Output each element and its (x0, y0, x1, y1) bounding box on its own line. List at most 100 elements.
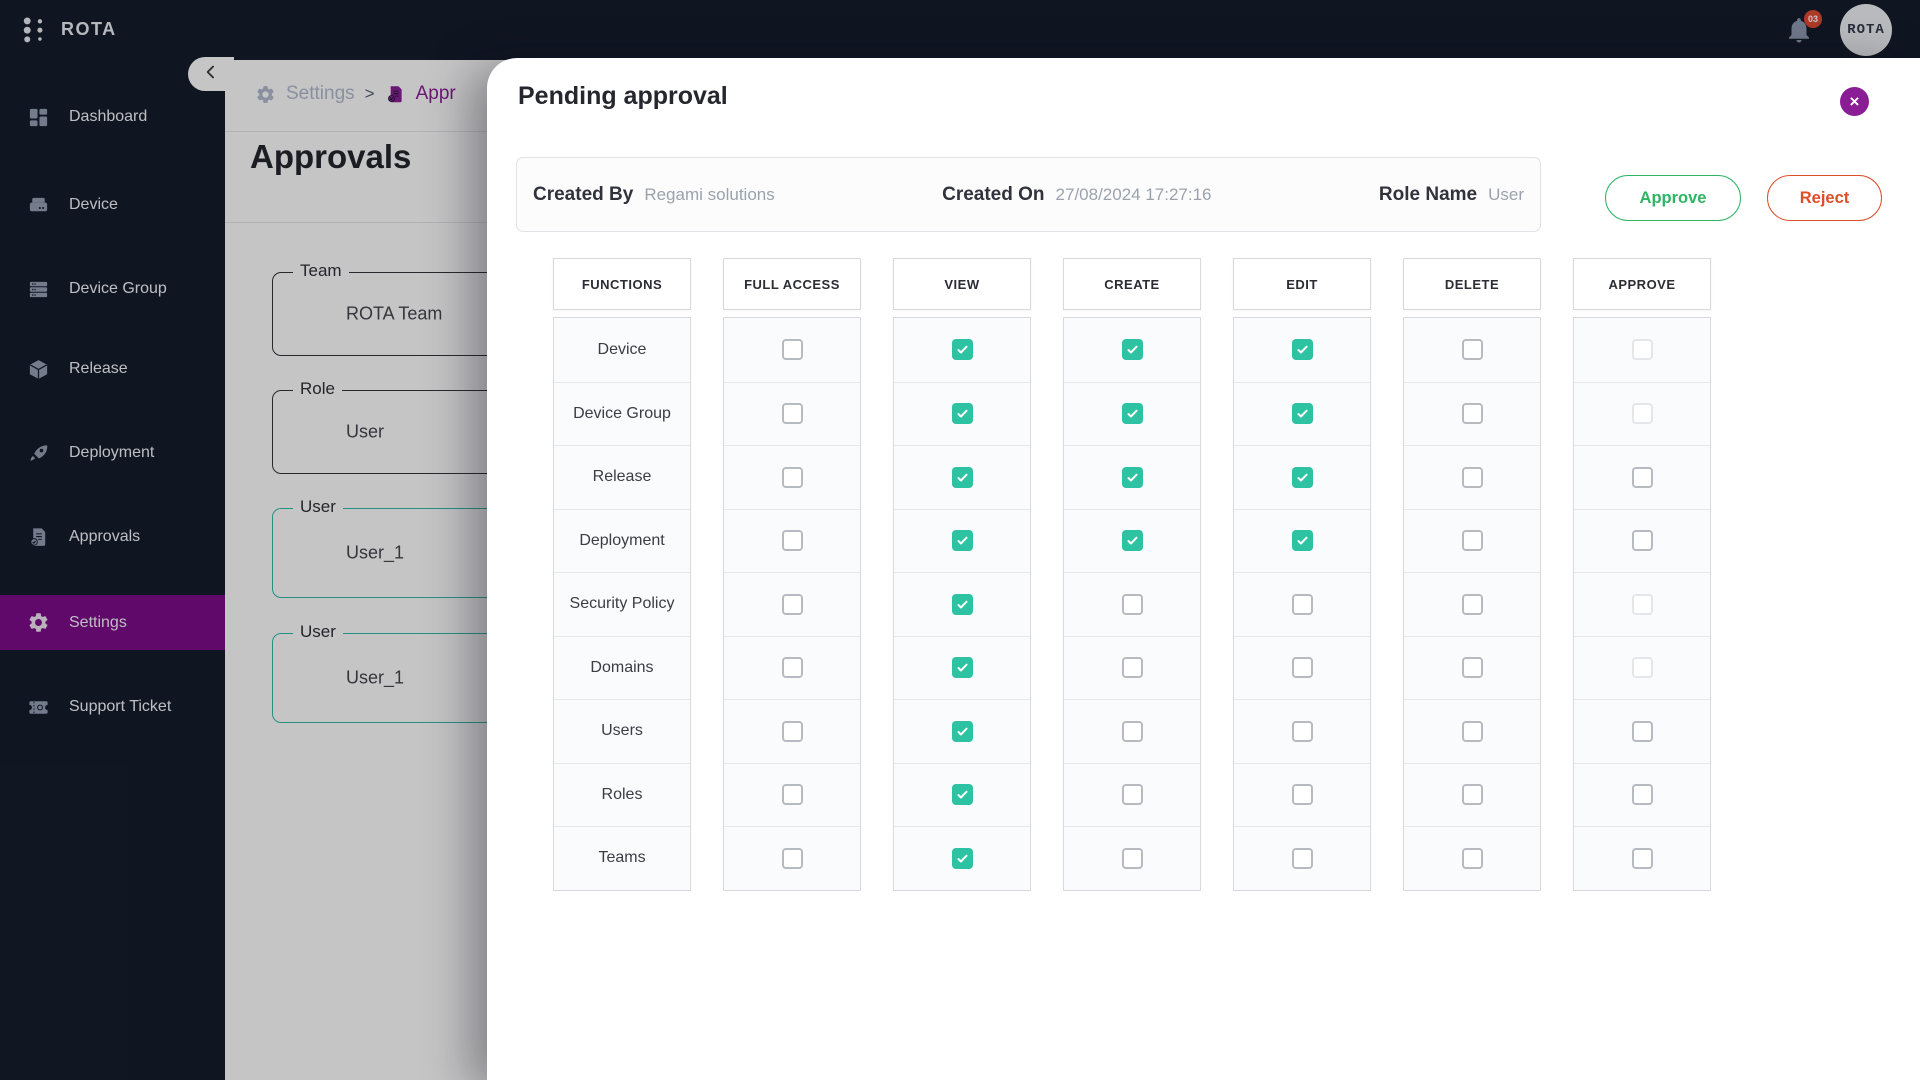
created-by-group: Created By Regami solutions (533, 184, 775, 206)
checkbox-roles-edit[interactable] (1291, 784, 1313, 806)
permission-cell (1234, 572, 1370, 636)
checkbox-deployment-approve[interactable] (1631, 530, 1653, 552)
permission-cell (1064, 381, 1200, 446)
checkbox-release-approve[interactable] (1631, 466, 1653, 488)
checkbox-teams-edit[interactable] (1291, 847, 1313, 869)
checkbox-device-group-create[interactable] (1121, 403, 1143, 425)
checkbox-security-policy-delete[interactable] (1461, 593, 1483, 615)
permission-cell (724, 381, 860, 446)
created-on-label: Created On (942, 183, 1045, 205)
permission-cell (1234, 699, 1370, 763)
checkbox-security-policy-full-access[interactable] (781, 593, 803, 615)
checkbox-users-create[interactable] (1121, 720, 1143, 742)
reject-button[interactable]: Reject (1767, 175, 1882, 221)
checkbox-users-approve[interactable] (1631, 720, 1653, 742)
permission-column-view (893, 317, 1031, 891)
checkbox-device-view[interactable] (951, 339, 973, 361)
checkbox-deployment-view[interactable] (951, 530, 973, 552)
checkbox-deployment-create[interactable] (1121, 530, 1143, 552)
created-on-value: 27/08/2024 17:27:16 (1055, 184, 1212, 204)
checkbox-users-edit[interactable] (1291, 720, 1313, 742)
checkbox-release-create[interactable] (1121, 466, 1143, 488)
column-header-approve: APPROVE (1573, 258, 1711, 310)
checkbox-device-approve (1631, 339, 1653, 361)
permission-cell (1064, 572, 1200, 636)
checkbox-device-group-edit[interactable] (1291, 403, 1313, 425)
permission-cell (724, 635, 860, 700)
checkbox-device-full-access[interactable] (781, 339, 803, 361)
checkbox-deployment-delete[interactable] (1461, 530, 1483, 552)
permission-column-approve (1573, 317, 1711, 891)
permission-cell (1064, 318, 1200, 382)
checkbox-device-create[interactable] (1121, 339, 1143, 361)
permission-cell (1234, 508, 1370, 573)
checkbox-device-group-full-access[interactable] (781, 403, 803, 425)
permission-cell (1574, 826, 1710, 890)
permission-cell (1064, 699, 1200, 763)
checkbox-security-policy-view[interactable] (951, 593, 973, 615)
permission-cell (1404, 699, 1540, 763)
checkbox-release-view[interactable] (951, 466, 973, 488)
checkbox-domains-full-access[interactable] (781, 657, 803, 679)
checkbox-teams-view[interactable] (951, 847, 973, 869)
checkbox-device-edit[interactable] (1291, 339, 1313, 361)
created-by-value: Regami solutions (644, 184, 775, 204)
created-on-group: Created On 27/08/2024 17:27:16 (942, 184, 1211, 206)
checkbox-users-delete[interactable] (1461, 720, 1483, 742)
checkbox-roles-approve[interactable] (1631, 784, 1653, 806)
permission-cell (1234, 762, 1370, 827)
checkbox-teams-approve[interactable] (1631, 847, 1653, 869)
permission-cell (1574, 762, 1710, 827)
close-button[interactable]: × (1840, 87, 1869, 116)
checkbox-device-group-delete[interactable] (1461, 403, 1483, 425)
column-header-full-access: FULL ACCESS (723, 258, 861, 310)
permission-column-edit (1233, 317, 1371, 891)
checkbox-roles-create[interactable] (1121, 784, 1143, 806)
permission-column-delete (1403, 317, 1541, 891)
checkbox-deployment-edit[interactable] (1291, 530, 1313, 552)
checkbox-device-delete[interactable] (1461, 339, 1483, 361)
checkbox-release-full-access[interactable] (781, 466, 803, 488)
checkbox-roles-full-access[interactable] (781, 784, 803, 806)
permission-cell (894, 508, 1030, 573)
permission-column-create (1063, 317, 1201, 891)
permission-cell (894, 826, 1030, 890)
function-label: Users (554, 699, 690, 763)
permission-cell (1574, 699, 1710, 763)
column-header-view: VIEW (893, 258, 1031, 310)
column-header-create: CREATE (1063, 258, 1201, 310)
approve-button[interactable]: Approve (1605, 175, 1741, 221)
checkbox-teams-delete[interactable] (1461, 847, 1483, 869)
checkbox-device-group-view[interactable] (951, 403, 973, 425)
checkbox-security-policy-create[interactable] (1121, 593, 1143, 615)
permission-cell (724, 445, 860, 509)
checkbox-roles-view[interactable] (951, 784, 973, 806)
permission-cell (1574, 445, 1710, 509)
column-header-delete: DELETE (1403, 258, 1541, 310)
pending-approval-modal: Pending approval × Created By Regami sol… (487, 58, 1920, 1080)
checkbox-deployment-full-access[interactable] (781, 530, 803, 552)
checkbox-device-group-approve (1631, 403, 1653, 425)
checkbox-roles-delete[interactable] (1461, 784, 1483, 806)
permission-cell (894, 572, 1030, 636)
checkbox-teams-full-access[interactable] (781, 847, 803, 869)
checkbox-users-view[interactable] (951, 720, 973, 742)
checkbox-domains-edit[interactable] (1291, 657, 1313, 679)
checkbox-users-full-access[interactable] (781, 720, 803, 742)
checkbox-teams-create[interactable] (1121, 847, 1143, 869)
checkbox-domains-delete[interactable] (1461, 657, 1483, 679)
permission-column-full-access (723, 317, 861, 891)
checkbox-release-edit[interactable] (1291, 466, 1313, 488)
permission-cell (1404, 381, 1540, 446)
checkbox-security-policy-edit[interactable] (1291, 593, 1313, 615)
permission-cell (1234, 635, 1370, 700)
permission-cell (1234, 826, 1370, 890)
permissions-table-header: FUNCTIONS FULL ACCESS VIEW CREATE EDIT DELETE… (553, 258, 1713, 310)
checkbox-domains-create[interactable] (1121, 657, 1143, 679)
checkbox-domains-view[interactable] (951, 657, 973, 679)
checkbox-release-delete[interactable] (1461, 466, 1483, 488)
permission-cell (1574, 318, 1710, 382)
permission-cell (1574, 572, 1710, 636)
permission-cell (724, 699, 860, 763)
permission-cell (1404, 826, 1540, 890)
